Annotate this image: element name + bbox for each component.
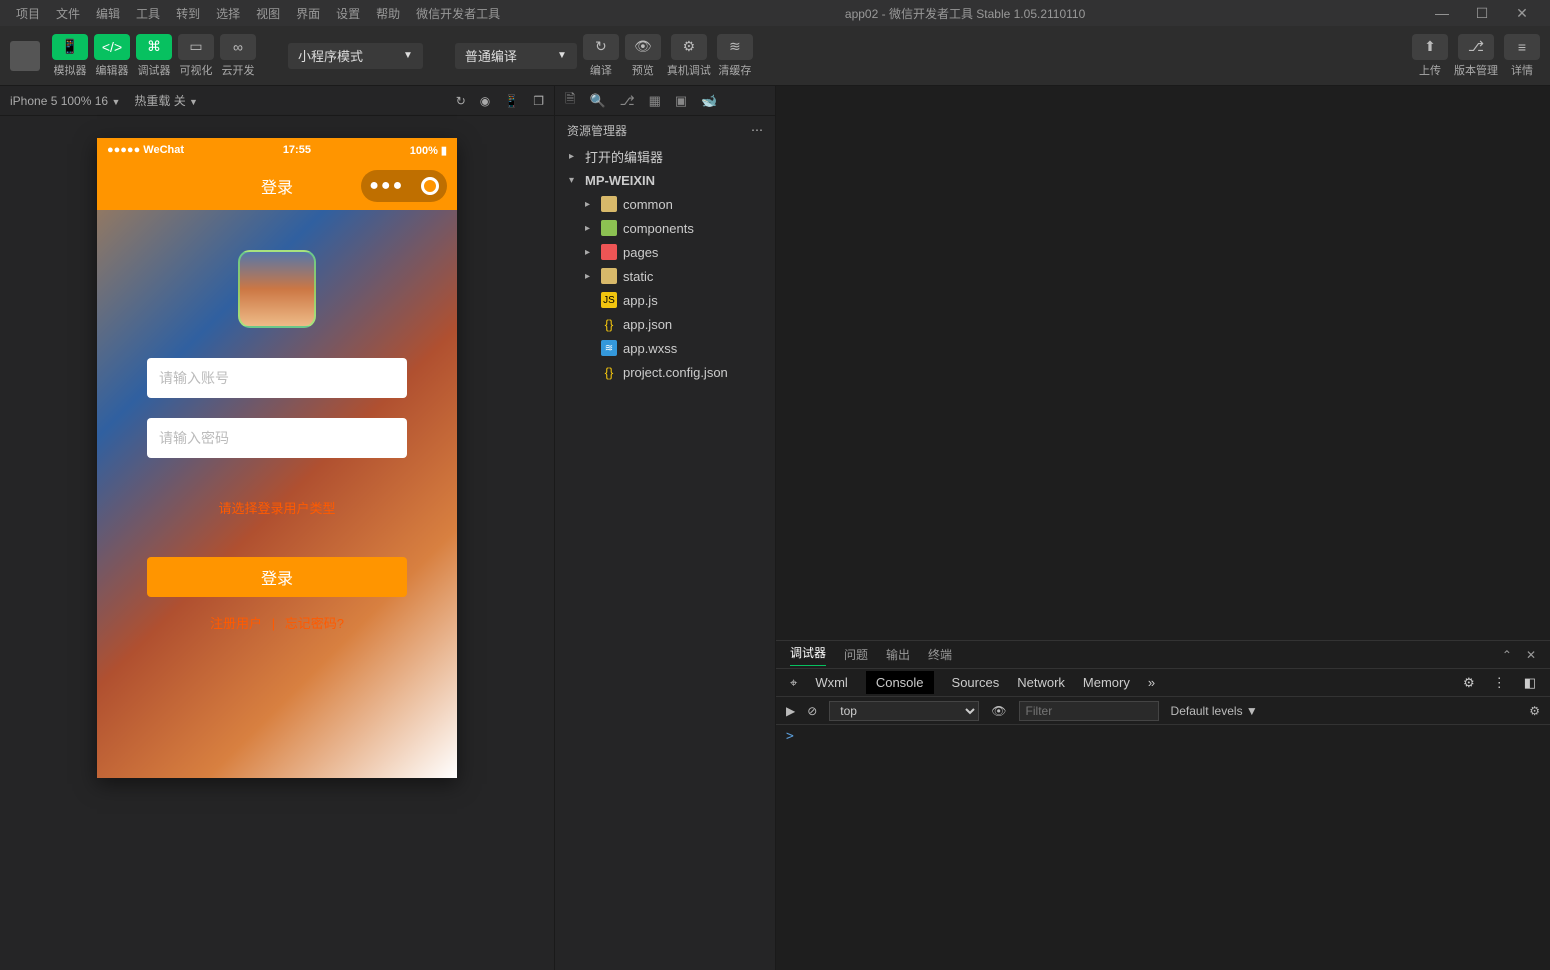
minimize-icon[interactable]: — (1422, 5, 1462, 21)
clear-icon[interactable]: ⊘ (807, 704, 817, 718)
menu-edit[interactable]: 编辑 (88, 5, 128, 22)
mode-select[interactable]: 小程序模式▼ (288, 43, 423, 69)
forgot-link[interactable]: 忘记密码? (285, 616, 344, 631)
tab-problems[interactable]: 问题 (844, 646, 868, 663)
file-appjson[interactable]: {}app.json (555, 312, 775, 336)
visual-button[interactable]: ▭ (178, 34, 214, 60)
phone-simulator: ●●●●● WeChat 17:55 100% ▮ 登录 ●●● 请选择登录用户… (97, 138, 457, 778)
chevron-up-icon[interactable]: ⌃ (1502, 648, 1512, 662)
refresh-icon[interactable]: ↻ (456, 94, 466, 108)
menu-select[interactable]: 选择 (208, 5, 248, 22)
avatar[interactable] (10, 41, 40, 71)
more-icon[interactable]: ⋯ (751, 123, 763, 137)
tab-console[interactable]: Console (866, 671, 934, 694)
tab-sources[interactable]: Sources (952, 675, 1000, 690)
capsule-button[interactable]: ●●● (361, 170, 447, 202)
gear-icon[interactable]: ⚙ (1463, 675, 1475, 691)
files-icon[interactable]: 🗎 (565, 90, 575, 112)
stop-icon[interactable]: ◉ (480, 94, 490, 108)
debug-icon[interactable]: ▣ (675, 93, 687, 109)
debugger-button[interactable]: ⌘ (136, 34, 172, 60)
docker-icon[interactable]: 🐋 (701, 93, 717, 109)
explorer-pane: 🗎 🔍 ⎇ ▦ ▣ 🐋 资源管理器 ⋯ ▸打开的编辑器 ▾MP-WEIXIN ▸… (554, 86, 776, 970)
window-title: app02 - 微信开发者工具 Stable 1.05.2110110 (508, 5, 1422, 22)
dock-icon[interactable]: ◧ (1524, 675, 1536, 691)
settings-icon[interactable]: ⚙ (1529, 704, 1540, 718)
device-icon[interactable]: 📱 (504, 94, 519, 108)
nav-bar: 登录 ●●● (97, 162, 457, 210)
user-type-hint[interactable]: 请选择登录用户类型 (218, 498, 335, 517)
menu-file[interactable]: 文件 (48, 5, 88, 22)
context-select[interactable]: top (829, 701, 979, 721)
preview-button[interactable]: 👁 (625, 34, 661, 60)
close-panel-icon[interactable]: ✕ (1526, 648, 1536, 662)
tab-memory[interactable]: Memory (1083, 675, 1130, 690)
explorer-title: 资源管理器 (567, 122, 627, 139)
folder-components[interactable]: ▸components (555, 216, 775, 240)
play-icon[interactable]: ▶ (786, 704, 795, 718)
ext-icon[interactable]: ▦ (649, 93, 661, 109)
tab-network[interactable]: Network (1017, 675, 1065, 690)
menu-settings[interactable]: 设置 (328, 5, 368, 22)
menu-ui[interactable]: 界面 (288, 5, 328, 22)
levels-select[interactable]: Default levels ▼ (1171, 704, 1258, 718)
more-tabs-icon[interactable]: » (1148, 675, 1155, 690)
password-input[interactable] (147, 418, 407, 458)
app-logo (238, 250, 316, 328)
root-folder[interactable]: ▾MP-WEIXIN (555, 168, 775, 192)
tab-debugger[interactable]: 调试器 (790, 644, 826, 666)
upload-button[interactable]: ⬆ (1412, 34, 1448, 60)
folder-static[interactable]: ▸static (555, 264, 775, 288)
titlebar: 项目 文件 编辑 工具 转到 选择 视图 界面 设置 帮助 微信开发者工具 ap… (0, 0, 1550, 26)
tab-output[interactable]: 输出 (886, 646, 910, 663)
eye-icon[interactable]: 👁 (991, 704, 1006, 718)
debugger-panel: 调试器 问题 输出 终端 ⌃ ✕ ⌖ Wxml Console Sources … (776, 640, 1550, 970)
file-appwxss[interactable]: ≋app.wxss (555, 336, 775, 360)
register-link[interactable]: 注册用户 (210, 616, 262, 631)
compile-button[interactable]: ↻ (583, 34, 619, 60)
file-projectconfig[interactable]: {}project.config.json (555, 360, 775, 384)
compile-mode-select[interactable]: 普通编译▼ (455, 43, 577, 69)
kebab-icon[interactable]: ⋮ (1493, 675, 1506, 691)
filter-input[interactable] (1019, 701, 1159, 721)
simulator-button[interactable]: 📱 (52, 34, 88, 60)
folder-common[interactable]: ▸common (555, 192, 775, 216)
menu-wechatdev[interactable]: 微信开发者工具 (408, 5, 508, 22)
opened-editors[interactable]: ▸打开的编辑器 (555, 144, 775, 168)
page-title: 登录 (261, 174, 293, 198)
login-button[interactable]: 登录 (147, 557, 407, 597)
menu-help[interactable]: 帮助 (368, 5, 408, 22)
menu-tools[interactable]: 工具 (128, 5, 168, 22)
remote-debug-button[interactable]: ⚙ (671, 34, 707, 60)
toolbar: 📱模拟器 </>编辑器 ⌘调试器 ▭可视化 ∞云开发 小程序模式▼ 普通编译▼ … (0, 26, 1550, 86)
simulator-pane: iPhone 5 100% 16 ▼ 热重载 关 ▼ ↻ ◉ 📱 ❐ ●●●●●… (0, 86, 554, 970)
menu-view[interactable]: 视图 (248, 5, 288, 22)
tab-wxml[interactable]: Wxml (815, 675, 848, 690)
menu-project[interactable]: 项目 (8, 5, 48, 22)
menu-goto[interactable]: 转到 (168, 5, 208, 22)
console-output[interactable]: > (776, 725, 1550, 970)
git-icon[interactable]: ⎇ (620, 93, 635, 109)
version-button[interactable]: ⎇ (1458, 34, 1494, 60)
cloud-button[interactable]: ∞ (220, 34, 256, 60)
close-icon[interactable]: ✕ (1502, 5, 1542, 22)
editor-button[interactable]: </> (94, 34, 130, 60)
detail-button[interactable]: ≡ (1504, 34, 1540, 60)
hotreload-select[interactable]: 热重载 关 ▼ (134, 92, 198, 109)
account-input[interactable] (147, 358, 407, 398)
popout-icon[interactable]: ❐ (533, 94, 544, 108)
editor-debugger-pane: 调试器 问题 输出 终端 ⌃ ✕ ⌖ Wxml Console Sources … (776, 86, 1550, 970)
clear-cache-button[interactable]: ≋ (717, 34, 753, 60)
status-bar: ●●●●● WeChat 17:55 100% ▮ (97, 138, 457, 162)
device-select[interactable]: iPhone 5 100% 16 ▼ (10, 94, 120, 108)
file-appjs[interactable]: JSapp.js (555, 288, 775, 312)
folder-pages[interactable]: ▸pages (555, 240, 775, 264)
maximize-icon[interactable]: ☐ (1462, 5, 1502, 22)
tab-terminal[interactable]: 终端 (928, 646, 952, 663)
inspect-icon[interactable]: ⌖ (790, 675, 797, 691)
editor-area (776, 86, 1550, 640)
search-icon[interactable]: 🔍 (589, 93, 605, 109)
